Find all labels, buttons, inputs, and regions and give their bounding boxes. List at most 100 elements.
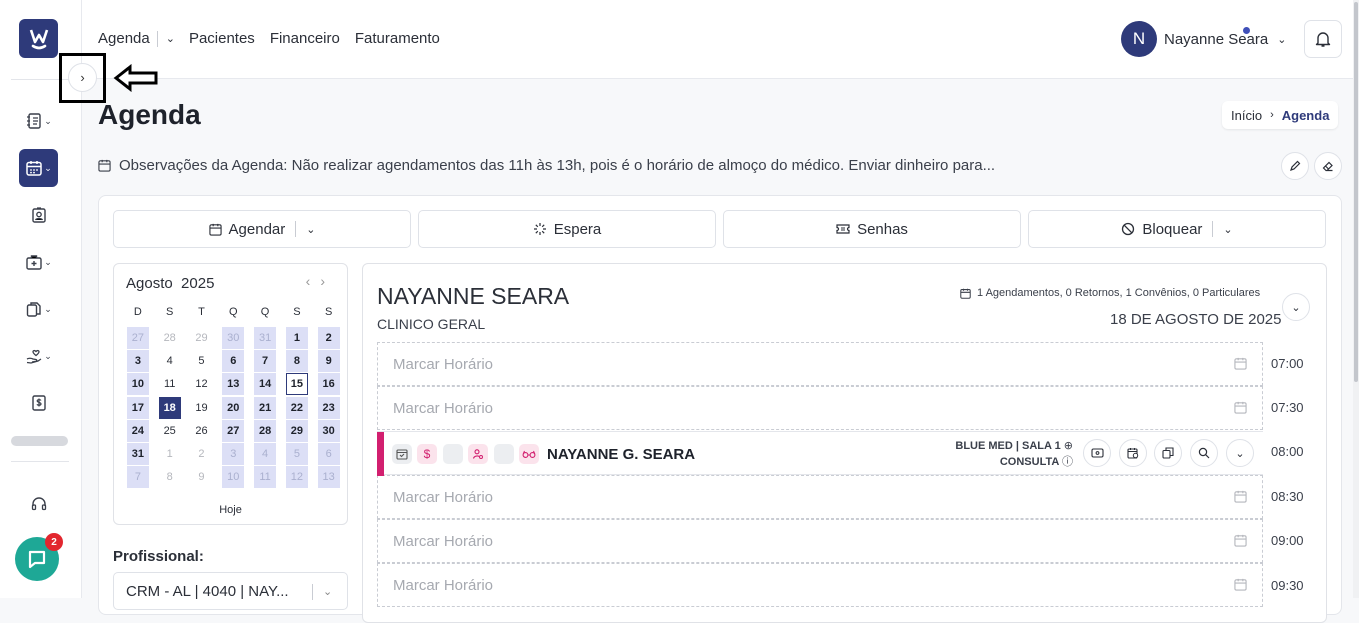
calendar-day[interactable]: 3 xyxy=(217,442,249,466)
calendar-day[interactable]: 28 xyxy=(154,326,186,349)
calendar-icon[interactable] xyxy=(1234,578,1247,591)
breadcrumb-home[interactable]: Início xyxy=(1231,108,1262,123)
calendar-day[interactable]: 31 xyxy=(249,326,281,349)
glasses-icon[interactable] xyxy=(519,444,539,464)
sidebar-item-agenda[interactable]: ⌄ xyxy=(19,149,58,187)
scrollbar-thumb[interactable] xyxy=(1354,2,1358,382)
plus-circle-icon[interactable]: ⊕ xyxy=(1064,440,1073,452)
chevron-down-icon[interactable]: ⌄ xyxy=(306,223,315,236)
calendar-day[interactable]: 26 xyxy=(186,419,218,442)
calendar-day[interactable]: 15 xyxy=(281,373,313,396)
bloquear-button[interactable]: Bloquear ⌄ xyxy=(1028,210,1326,248)
patient-name[interactable]: NAYANNE G. SEARA xyxy=(547,446,695,463)
calendar-day[interactable]: 13 xyxy=(313,466,345,489)
expand-appointment-button[interactable]: ⌄ xyxy=(1226,439,1254,467)
sidebar-item-care[interactable]: ⌄ xyxy=(19,337,58,375)
calendar-day[interactable]: 5 xyxy=(186,349,218,372)
chevron-right-icon[interactable]: › xyxy=(320,273,335,289)
nav-pacientes[interactable]: Pacientes xyxy=(189,30,255,47)
calendar-day[interactable]: 13 xyxy=(217,373,249,396)
calendar-day[interactable]: 18 xyxy=(154,396,186,419)
empty-time-slot[interactable]: Marcar Horário xyxy=(377,475,1263,519)
patient-search-icon[interactable] xyxy=(468,444,488,464)
calendar-day[interactable]: 28 xyxy=(249,419,281,442)
copy-button[interactable] xyxy=(1154,439,1182,467)
calendar-day[interactable]: 4 xyxy=(249,442,281,466)
calendar-day[interactable]: 1 xyxy=(154,442,186,465)
calendar-day[interactable]: 8 xyxy=(281,349,313,372)
sidebar-item-medical[interactable]: ⌄ xyxy=(19,243,58,281)
chevron-down-icon[interactable]: ⌄ xyxy=(166,32,175,45)
calendar-day[interactable]: 29 xyxy=(281,419,313,442)
calendar-day[interactable]: 1 xyxy=(281,326,313,349)
edit-observations-button[interactable] xyxy=(1281,152,1309,180)
collapse-schedule-button[interactable]: ⌄ xyxy=(1282,293,1310,321)
user-menu[interactable]: N Nayanne Seara ⌄ xyxy=(1121,21,1286,57)
empty-time-slot[interactable]: Marcar Horário xyxy=(377,386,1263,430)
calendar-day[interactable]: 30 xyxy=(217,326,249,349)
agendar-button[interactable]: Agendar ⌄ xyxy=(113,210,411,248)
sidebar-expand-button[interactable]: › xyxy=(68,63,97,92)
notifications-button[interactable] xyxy=(1304,20,1342,58)
card-button[interactable] xyxy=(1083,439,1111,467)
info-icon[interactable]: ⓘ xyxy=(1062,456,1073,468)
calendar-day[interactable]: 14 xyxy=(249,373,281,396)
today-link[interactable]: Hoje xyxy=(114,504,347,516)
chevron-down-icon[interactable]: ⌄ xyxy=(1223,223,1232,236)
calendar-icon[interactable] xyxy=(1234,534,1247,547)
search-button[interactable] xyxy=(1190,439,1218,467)
calendar-day[interactable]: 12 xyxy=(186,373,218,396)
calendar-day[interactable]: 11 xyxy=(249,466,281,489)
calendar-day[interactable]: 24 xyxy=(122,419,154,442)
nav-financeiro[interactable]: Financeiro xyxy=(270,30,340,47)
calendar-day[interactable]: 9 xyxy=(186,466,218,489)
calendar-day[interactable]: 8 xyxy=(154,466,186,489)
clear-observations-button[interactable] xyxy=(1314,152,1342,180)
calendar-day[interactable]: 6 xyxy=(313,442,345,466)
calendar-day[interactable]: 27 xyxy=(217,419,249,442)
reschedule-button[interactable] xyxy=(1119,439,1147,467)
calendar-day[interactable]: 19 xyxy=(186,396,218,419)
sidebar-item-support[interactable] xyxy=(19,485,58,523)
calendar-day[interactable]: 10 xyxy=(217,466,249,489)
calendar-day[interactable]: 17 xyxy=(122,396,154,419)
calendar-day[interactable]: 22 xyxy=(281,396,313,419)
calendar-day[interactable]: 7 xyxy=(122,466,154,489)
nav-agenda[interactable]: Agenda xyxy=(98,30,150,47)
calendar-day[interactable]: 31 xyxy=(122,442,154,466)
payment-icon[interactable]: $ xyxy=(417,444,437,464)
calendar-day[interactable]: 25 xyxy=(154,419,186,442)
calendar-day[interactable]: 21 xyxy=(249,396,281,419)
calendar-day[interactable]: 10 xyxy=(122,373,154,396)
senhas-button[interactable]: Senhas xyxy=(723,210,1021,248)
calendar-day[interactable]: 4 xyxy=(154,349,186,372)
calendar-day[interactable]: 2 xyxy=(186,442,218,465)
calendar-day[interactable]: 29 xyxy=(186,326,218,349)
calendar-day[interactable]: 9 xyxy=(313,349,345,372)
nav-faturamento[interactable]: Faturamento xyxy=(355,30,440,47)
empty-time-slot[interactable]: Marcar Horário xyxy=(377,563,1263,607)
professional-select[interactable]: CRM - AL | 4040 | NAY... ⌄ xyxy=(113,572,348,610)
calendar-day[interactable]: 12 xyxy=(281,466,313,489)
calendar-day[interactable]: 7 xyxy=(249,349,281,372)
page-scrollbar[interactable] xyxy=(1353,0,1359,598)
empty-time-slot[interactable]: Marcar Horário xyxy=(377,342,1263,386)
sidebar-item-records[interactable]: ⌄ xyxy=(19,102,58,140)
appointment-row[interactable]: $ NAYANNE G. SEARA BLUE MED | SALA 1 ⊕ C… xyxy=(377,431,1263,476)
calendar-day[interactable]: 20 xyxy=(217,396,249,419)
empty-time-slot[interactable]: Marcar Horário xyxy=(377,519,1263,563)
espera-button[interactable]: Espera xyxy=(418,210,716,248)
calendar-day[interactable]: 23 xyxy=(313,396,345,419)
calendar-day[interactable]: 27 xyxy=(122,326,154,349)
calendar-day[interactable]: 2 xyxy=(313,326,345,349)
calendar-icon[interactable] xyxy=(1234,490,1247,503)
chevron-left-icon[interactable]: ‹ xyxy=(306,273,321,289)
calendar-day[interactable]: 5 xyxy=(281,442,313,466)
calendar-day[interactable]: 6 xyxy=(217,349,249,372)
sidebar-scrollbar[interactable] xyxy=(11,436,68,446)
confirm-schedule-icon[interactable] xyxy=(392,444,412,464)
sidebar-item-patients[interactable] xyxy=(19,196,58,234)
calendar-day[interactable]: 3 xyxy=(122,349,154,372)
calendar-icon[interactable] xyxy=(1234,401,1247,414)
app-logo[interactable] xyxy=(19,19,58,58)
